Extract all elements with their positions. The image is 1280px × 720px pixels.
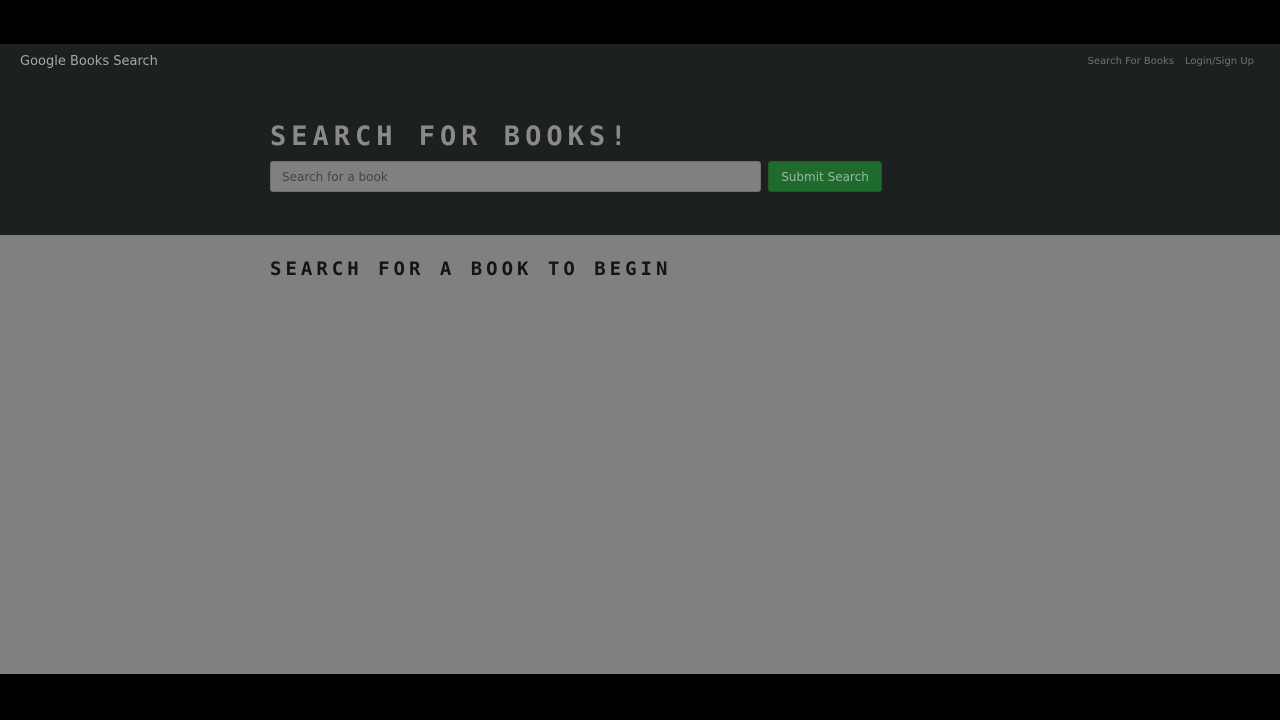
navbar: Google Books Search Search For Books Log…: [0, 44, 1280, 80]
submit-search-button[interactable]: Submit Search: [768, 161, 882, 192]
nav-link-search-for-books[interactable]: Search For Books: [1088, 55, 1174, 69]
search-input[interactable]: [270, 161, 761, 192]
letterbox-top: [0, 0, 1280, 44]
results-heading: Search for a book to begin: [270, 258, 672, 280]
search-hero: Search for Books! Submit Search: [0, 80, 1280, 235]
brand-link[interactable]: Google Books Search: [20, 54, 158, 70]
letterbox-bottom: [0, 674, 1280, 720]
nav-link-login-sign-up[interactable]: Login/Sign Up: [1185, 55, 1254, 69]
nav-links: Search For Books Login/Sign Up: [1088, 55, 1254, 69]
app: Google Books Search Search For Books Log…: [0, 44, 1280, 674]
results-section: Search for a book to begin: [0, 235, 1280, 674]
page-title: Search for Books!: [270, 121, 632, 152]
